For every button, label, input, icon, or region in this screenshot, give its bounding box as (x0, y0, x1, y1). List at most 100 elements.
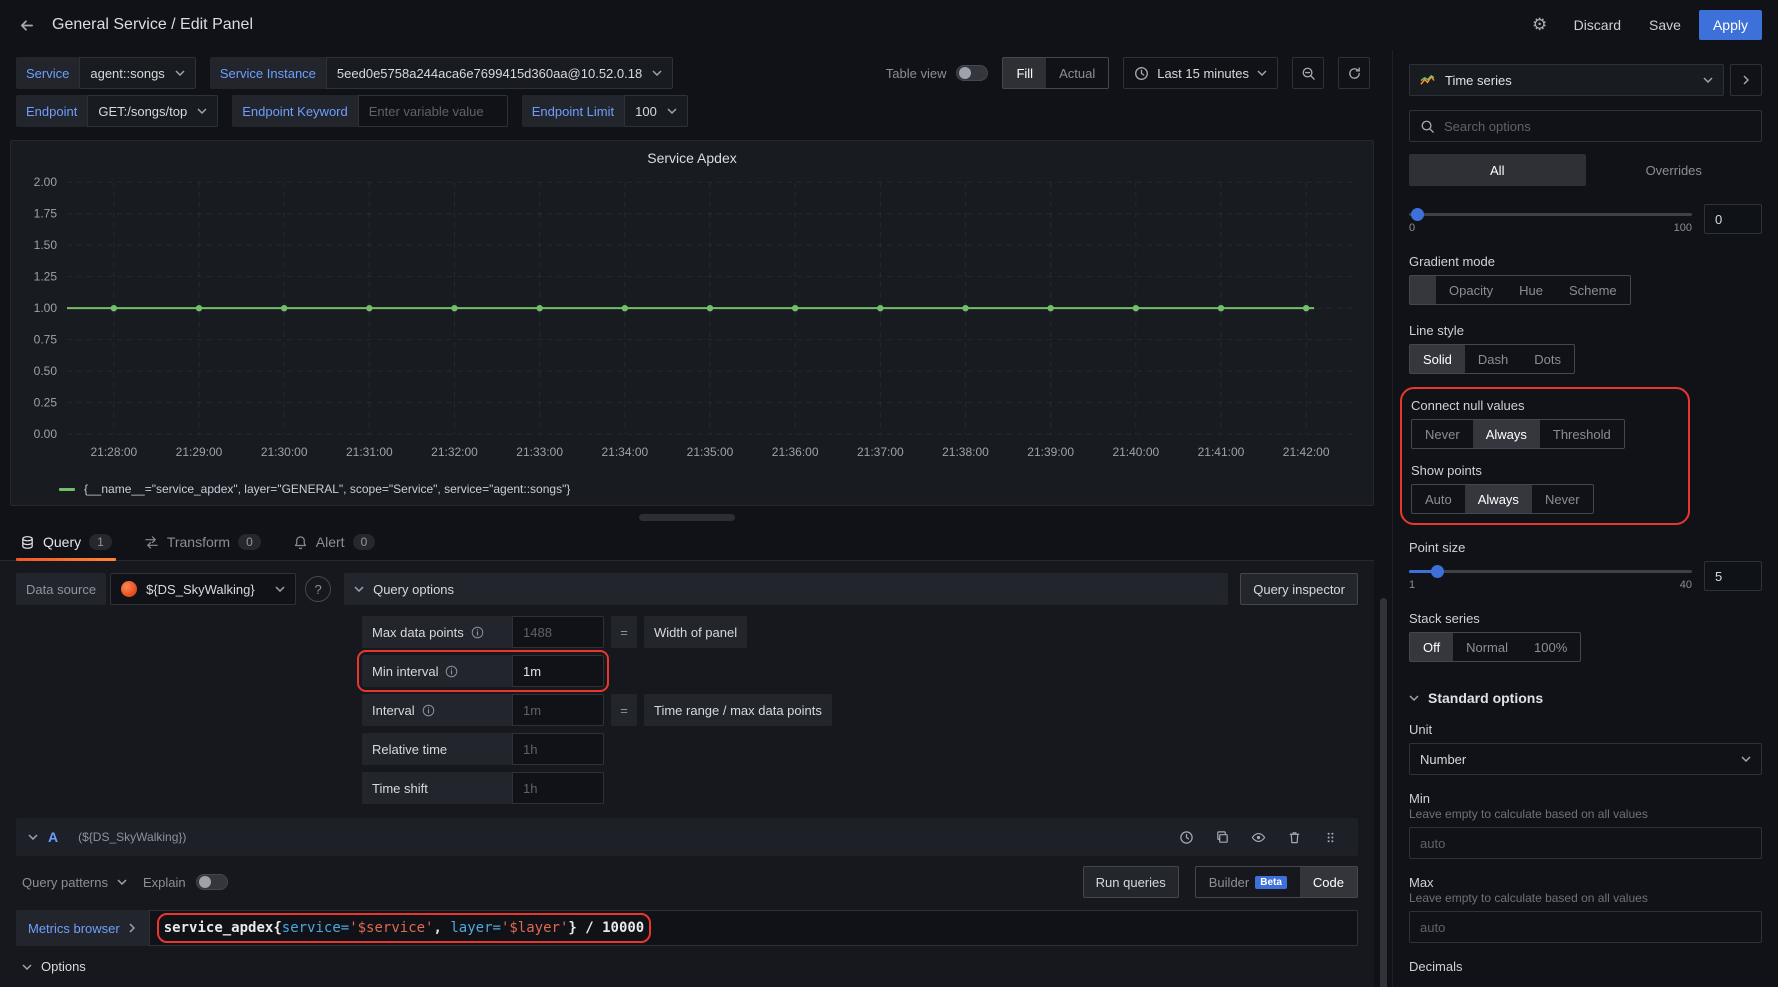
drag-query-handle[interactable] (1314, 821, 1346, 853)
point-size-slider[interactable]: 1 40 (1409, 561, 1692, 595)
chevron-right-icon (129, 923, 135, 933)
connect-null-threshold-option[interactable]: Threshold (1540, 420, 1624, 448)
slider-rail[interactable] (1409, 213, 1692, 216)
chevron-down-icon (667, 108, 677, 114)
grip-dots-icon (1323, 830, 1338, 845)
query-options-collapse[interactable]: Options (16, 946, 1358, 987)
search-icon (1420, 119, 1435, 134)
apply-button[interactable]: Apply (1699, 10, 1762, 40)
relative-time-input[interactable]: 1h (512, 733, 604, 765)
duplicate-query-button[interactable] (1206, 821, 1238, 853)
standard-options-section[interactable]: Standard options (1409, 690, 1762, 706)
svg-text:21:32:00: 21:32:00 (431, 445, 478, 459)
connect-null-always-option[interactable]: Always (1473, 420, 1540, 448)
min-input[interactable] (1409, 827, 1762, 859)
zoom-out-button[interactable] (1292, 57, 1324, 89)
table-view-toggle[interactable] (956, 65, 988, 81)
query-a-header[interactable]: A (${DS_SkyWalking}) (16, 818, 1358, 856)
max-data-points-input[interactable]: 1488 (512, 616, 604, 648)
service-variable-dropdown[interactable]: agent::songs (79, 57, 195, 89)
endpoint-variable-dropdown[interactable]: GET:/songs/top (87, 95, 218, 127)
disable-query-button[interactable] (1242, 821, 1274, 853)
gradient-hue-option[interactable]: Hue (1506, 276, 1556, 304)
delete-query-button[interactable] (1278, 821, 1310, 853)
run-queries-button[interactable]: Run queries (1083, 866, 1179, 898)
fill-option[interactable]: Fill (1003, 58, 1046, 88)
stack-100-option[interactable]: 100% (1521, 633, 1580, 661)
chevron-down-icon (175, 70, 185, 76)
tab-overrides[interactable]: Overrides (1586, 154, 1763, 186)
actual-option[interactable]: Actual (1046, 58, 1108, 88)
query-options-header[interactable]: Query options (344, 573, 1228, 605)
svg-text:1.25: 1.25 (34, 270, 58, 284)
fill-opacity-slider[interactable]: 0 100 (1409, 204, 1692, 238)
service-variable: Service agent::songs (16, 57, 196, 89)
visualization-name: Time series (1445, 73, 1512, 88)
service-instance-variable: Service Instance 5eed0e5758a244aca6e7699… (210, 57, 673, 89)
tab-all[interactable]: All (1409, 154, 1586, 186)
builder-option[interactable]: Builder Beta (1196, 867, 1300, 897)
interval-input[interactable]: 1m (512, 694, 604, 726)
line-style-solid-option[interactable]: Solid (1410, 345, 1465, 373)
chart-legend[interactable]: {__name__="service_apdex", layer="GENERA… (11, 480, 1373, 505)
tab-query[interactable]: Query 1 (16, 534, 116, 560)
editor-tabs: Query 1 Transform 0 Alert 0 (0, 521, 1374, 561)
stack-normal-option[interactable]: Normal (1453, 633, 1521, 661)
metrics-browser-button[interactable]: Metrics browser (16, 910, 149, 946)
line-style-dots-option[interactable]: Dots (1521, 345, 1574, 373)
connect-null-never-option[interactable]: Never (1412, 420, 1473, 448)
visualization-picker[interactable]: Time series (1409, 64, 1724, 96)
interval-note: Time range / max data points (644, 694, 832, 726)
connect-null-group: Never Always Threshold (1411, 419, 1625, 449)
max-input[interactable] (1409, 911, 1762, 943)
unit-select[interactable]: Number (1409, 743, 1762, 775)
tab-alert[interactable]: Alert 0 (289, 534, 379, 560)
show-points-never-option[interactable]: Never (1532, 485, 1593, 513)
panel-resize-handle[interactable] (639, 514, 735, 521)
gradient-scheme-option[interactable]: Scheme (1556, 276, 1630, 304)
options-search-input[interactable] (1444, 119, 1751, 134)
time-shift-input[interactable]: 1h (512, 772, 604, 804)
endpoint-variable-label: Endpoint (16, 95, 87, 127)
slider-rail[interactable] (1409, 570, 1692, 573)
explain-label: Explain (143, 875, 186, 890)
unit-field: Unit Number (1409, 722, 1762, 775)
time-range-picker[interactable]: Last 15 minutes (1123, 57, 1278, 89)
refresh-button[interactable] (1338, 57, 1370, 89)
database-icon (20, 535, 35, 550)
slider-handle[interactable] (1431, 565, 1444, 578)
stack-off-option[interactable]: Off (1410, 633, 1453, 661)
data-source-help-icon[interactable]: ? (305, 576, 331, 602)
service-instance-variable-dropdown[interactable]: 5eed0e5758a244aca6e7699415d360aa@10.52.0… (326, 57, 673, 89)
query-history-button[interactable] (1170, 821, 1202, 853)
show-points-auto-option[interactable]: Auto (1412, 485, 1465, 513)
fill-opacity-value[interactable]: 0 (1704, 204, 1762, 234)
show-points-always-option[interactable]: Always (1465, 485, 1532, 513)
query-inspector-button[interactable]: Query inspector (1240, 573, 1358, 605)
min-interval-input[interactable]: 1m (512, 655, 604, 687)
query-ref-id: A (48, 829, 58, 845)
collapse-options-pane-button[interactable] (1730, 64, 1762, 96)
gradient-none-option[interactable] (1410, 276, 1436, 304)
save-button[interactable]: Save (1639, 11, 1691, 39)
explain-toggle[interactable] (196, 874, 228, 890)
endpoint-limit-dropdown[interactable]: 100 (624, 95, 688, 127)
toggle-knob (959, 67, 971, 79)
promql-expression-input[interactable]: service_apdex{service='$service', layer=… (149, 910, 1358, 946)
main-scrollbar[interactable] (1380, 598, 1387, 987)
query-patterns-dropdown[interactable]: Query patterns (22, 875, 127, 890)
gradient-mode-group: Opacity Hue Scheme (1409, 275, 1631, 305)
gradient-opacity-option[interactable]: Opacity (1436, 276, 1506, 304)
back-button[interactable] (10, 9, 42, 41)
code-option[interactable]: Code (1300, 867, 1357, 897)
connect-null-field: Connect null values Never Always Thresho… (1411, 398, 1679, 449)
panel-settings-button[interactable]: ⚙ (1524, 9, 1556, 41)
endpoint-keyword-input[interactable] (358, 95, 508, 127)
point-size-value[interactable]: 5 (1704, 561, 1762, 591)
slider-handle[interactable] (1411, 208, 1424, 221)
data-source-picker[interactable]: ${DS_SkyWalking} (110, 573, 296, 605)
discard-button[interactable]: Discard (1564, 11, 1631, 39)
tab-transform[interactable]: Transform 0 (140, 534, 265, 560)
apdex-line-chart[interactable]: 0.000.250.500.751.001.251.501.752.0021:2… (11, 168, 1373, 480)
line-style-dash-option[interactable]: Dash (1465, 345, 1521, 373)
